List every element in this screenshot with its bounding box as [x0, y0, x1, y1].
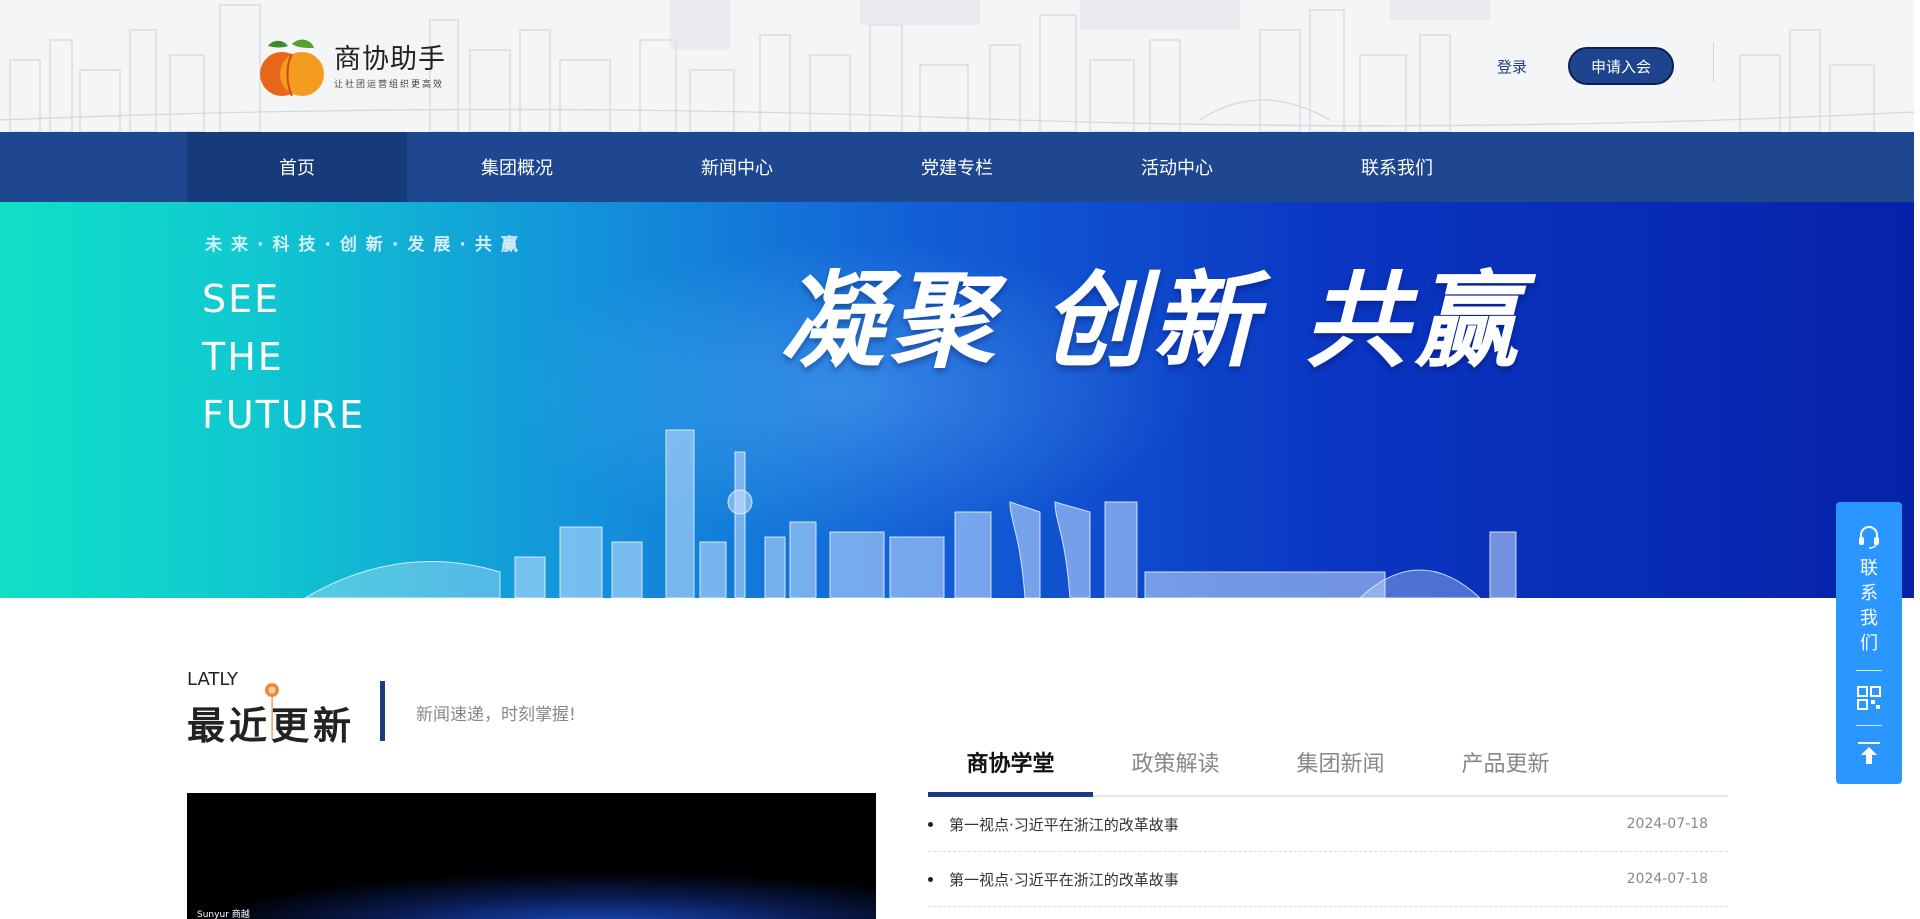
video-brand-text: Sunyur 商越: [197, 910, 250, 919]
header-divider: [1690, 42, 1714, 82]
section-english-title: LATLY: [187, 669, 238, 690]
news-tabs: 商协学堂 政策解读 集团新闻 产品更新: [928, 739, 1728, 797]
hero-banner[interactable]: 未来·科技·创新·发展·共赢 SEE THE FUTURE 凝聚 创新 共赢: [0, 202, 1914, 598]
news-date: 2024-07-18: [1626, 871, 1708, 887]
logo-slogan: 让社团运营组织更高效: [334, 79, 445, 90]
divider: [1856, 670, 1882, 671]
news-title[interactable]: 第一视点·习近平在浙江的改革故事: [949, 869, 1179, 890]
login-link[interactable]: 登录: [1497, 56, 1527, 77]
tab-policy-interpretation[interactable]: 政策解读: [1093, 739, 1258, 795]
nav-item-contact[interactable]: 联系我们: [1287, 132, 1507, 202]
nav-item-events[interactable]: 活动中心: [1067, 132, 1287, 202]
side-float-toolbar: 联系我们: [1836, 502, 1902, 784]
section-subtitle: 新闻速递，时刻掌握!: [416, 705, 576, 725]
main-nav: 首页 集团概况 新闻中心 党建专栏 活动中心 联系我们: [0, 132, 1914, 202]
site-logo[interactable]: 商协助手 让社团运营组织更高效: [258, 36, 446, 98]
list-item[interactable]: 第一视点·习近平在浙江的改革故事 2024-07-18: [928, 797, 1728, 852]
headset-icon[interactable]: [1856, 524, 1882, 550]
section-divider-bar: [380, 681, 385, 741]
bullet-icon: [928, 821, 933, 827]
news-list: 第一视点·习近平在浙江的改革故事 2024-07-18 第一视点·习近平在浙江的…: [928, 797, 1728, 907]
tab-product-updates[interactable]: 产品更新: [1423, 739, 1588, 795]
join-button[interactable]: 申请入会: [1568, 47, 1674, 85]
bullet-icon: [928, 876, 933, 882]
featured-video[interactable]: Sunyur 商越: [187, 793, 876, 919]
logo-name: 商协助手: [334, 43, 446, 75]
peach-logo-icon: [260, 39, 324, 97]
back-to-top-icon[interactable]: [1856, 740, 1882, 766]
qrcode-icon[interactable]: [1856, 685, 1882, 711]
site-header: 商协助手 让社团运营组织更高效 登录 申请入会: [0, 0, 1914, 132]
city-skyline-illustration: [304, 429, 1517, 598]
video-thumbnail: [187, 871, 876, 919]
nav-item-home[interactable]: 首页: [187, 132, 407, 202]
news-date: 2024-07-18: [1626, 816, 1708, 832]
contact-us-label[interactable]: 联系我们: [1859, 556, 1879, 656]
tab-group-news[interactable]: 集团新闻: [1258, 739, 1423, 795]
nav-item-party-column[interactable]: 党建专栏: [847, 132, 1067, 202]
list-item[interactable]: 第一视点·习近平在浙江的改革故事 2024-07-18: [928, 852, 1728, 907]
news-title[interactable]: 第一视点·习近平在浙江的改革故事: [949, 814, 1179, 835]
nav-item-news-center[interactable]: 新闻中心: [627, 132, 847, 202]
pin-marker-icon: [265, 683, 279, 739]
nav-item-group-overview[interactable]: 集团概况: [407, 132, 627, 202]
divider: [1856, 725, 1882, 726]
tab-association-school[interactable]: 商协学堂: [928, 739, 1093, 797]
